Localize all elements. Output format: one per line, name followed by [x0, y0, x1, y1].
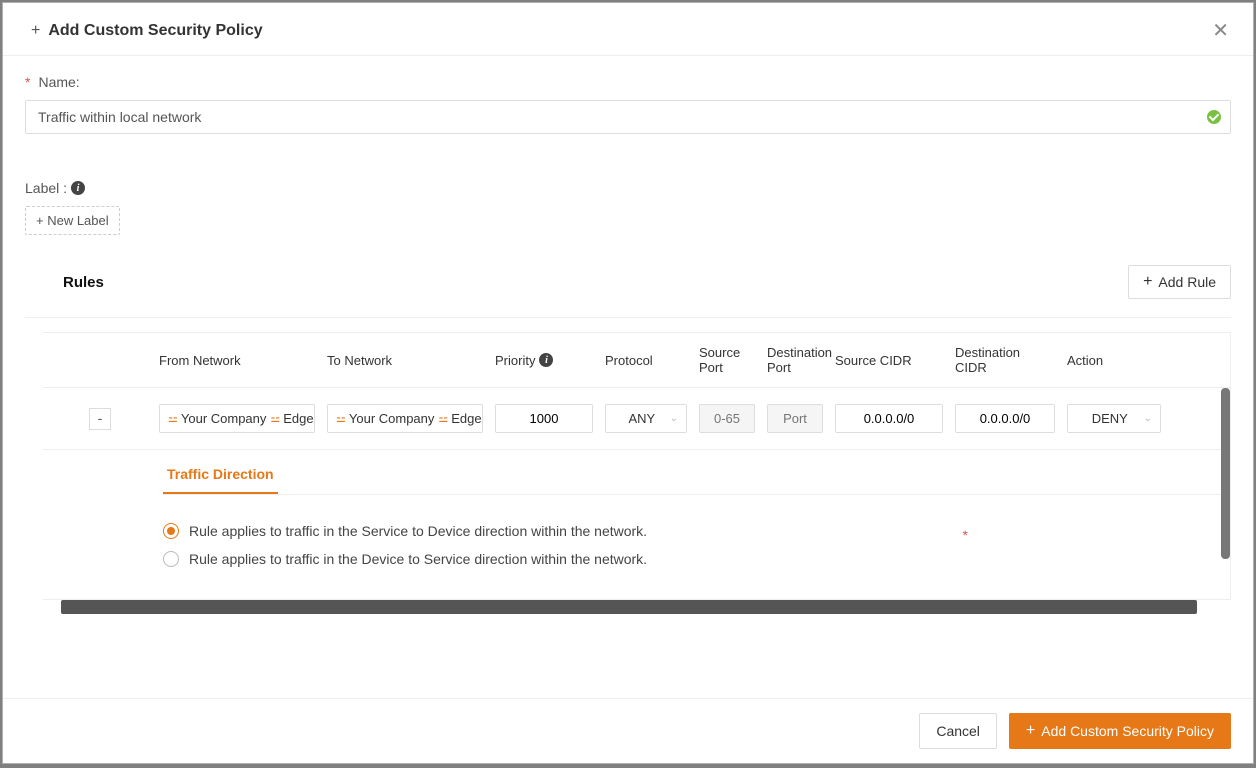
name-label: * Name: — [25, 74, 1231, 90]
add-rule-button[interactable]: + Add Rule — [1128, 265, 1231, 299]
plus-icon: + — [1143, 273, 1152, 291]
col-destination-cidr: Destination CIDR — [949, 345, 1061, 375]
table-row: - ⚍ Your Company ⚍ Edge ⚍ Your Co — [43, 387, 1230, 449]
table-header-row: From Network To Network Priority Protoco… — [43, 333, 1230, 387]
col-source-port: Source Port — [693, 345, 761, 375]
hierarchy-icon: ⚍ — [438, 412, 447, 425]
chevron-down-icon: ⌄ — [670, 413, 678, 424]
rules-title: Rules — [63, 274, 104, 291]
source-port-input — [699, 404, 755, 433]
submit-button[interactable]: + Add Custom Security Policy — [1009, 713, 1231, 749]
name-input[interactable] — [25, 100, 1231, 134]
hierarchy-icon: ⚍ — [336, 412, 345, 425]
required-asterisk: * — [963, 527, 968, 543]
col-protocol: Protocol — [599, 353, 693, 368]
rule-detail-panel: Traffic Direction Rule applies to traffi… — [43, 449, 1230, 599]
hierarchy-icon: ⚍ — [270, 412, 279, 425]
modal-header: Add Custom Security Policy ✕ — [3, 3, 1253, 56]
info-icon[interactable] — [71, 181, 85, 195]
rules-header: Rules + Add Rule — [25, 253, 1231, 311]
radio-label: Rule applies to traffic in the Service t… — [189, 523, 647, 539]
action-select[interactable]: DENY ⌄ — [1067, 404, 1161, 433]
col-priority: Priority — [489, 353, 599, 368]
priority-input[interactable] — [495, 404, 593, 433]
close-icon[interactable]: ✕ — [1212, 21, 1229, 41]
modal-footer: Cancel + Add Custom Security Policy — [3, 698, 1253, 763]
source-cidr-input[interactable] — [835, 404, 943, 433]
modal-title: Add Custom Security Policy — [48, 22, 262, 40]
col-source-cidr: Source CIDR — [829, 353, 949, 368]
chevron-down-icon: ⌄ — [1144, 413, 1152, 424]
destination-cidr-input[interactable] — [955, 404, 1055, 433]
radio-service-to-device[interactable] — [163, 523, 179, 539]
horizontal-scrollbar[interactable] — [61, 600, 1197, 614]
to-network-select[interactable]: ⚍ Your Company ⚍ Edge — [327, 404, 483, 433]
col-to-network: To Network — [321, 353, 489, 368]
cancel-button[interactable]: Cancel — [919, 713, 997, 749]
col-from-network: From Network — [153, 353, 321, 368]
radio-device-to-service[interactable] — [163, 551, 179, 567]
modal-add-security-policy: Add Custom Security Policy ✕ * Name: Lab… — [2, 2, 1254, 764]
label-label: Label : — [25, 180, 1231, 196]
new-label-button[interactable]: + New Label — [25, 206, 120, 235]
collapse-toggle[interactable]: - — [89, 408, 111, 430]
from-network-select[interactable]: ⚍ Your Company ⚍ Edge — [159, 404, 315, 433]
destination-port-input — [767, 404, 823, 433]
rules-table: From Network To Network Priority Protoco… — [25, 317, 1231, 614]
radio-label: Rule applies to traffic in the Device to… — [189, 551, 647, 567]
valid-check-icon — [1207, 110, 1221, 124]
info-icon[interactable] — [539, 353, 553, 367]
plus-icon — [31, 22, 42, 40]
tab-traffic-direction[interactable]: Traffic Direction — [163, 450, 278, 495]
protocol-select[interactable]: ANY ⌄ — [605, 404, 687, 433]
col-action: Action — [1061, 353, 1167, 368]
hierarchy-icon: ⚍ — [168, 412, 177, 425]
plus-icon: + — [1026, 722, 1035, 740]
col-destination-port: Destination Port — [761, 345, 829, 375]
modal-body: * Name: Label : + New Label Rules + Add … — [3, 56, 1253, 674]
vertical-scrollbar[interactable] — [1221, 388, 1230, 559]
required-asterisk: * — [25, 74, 30, 90]
